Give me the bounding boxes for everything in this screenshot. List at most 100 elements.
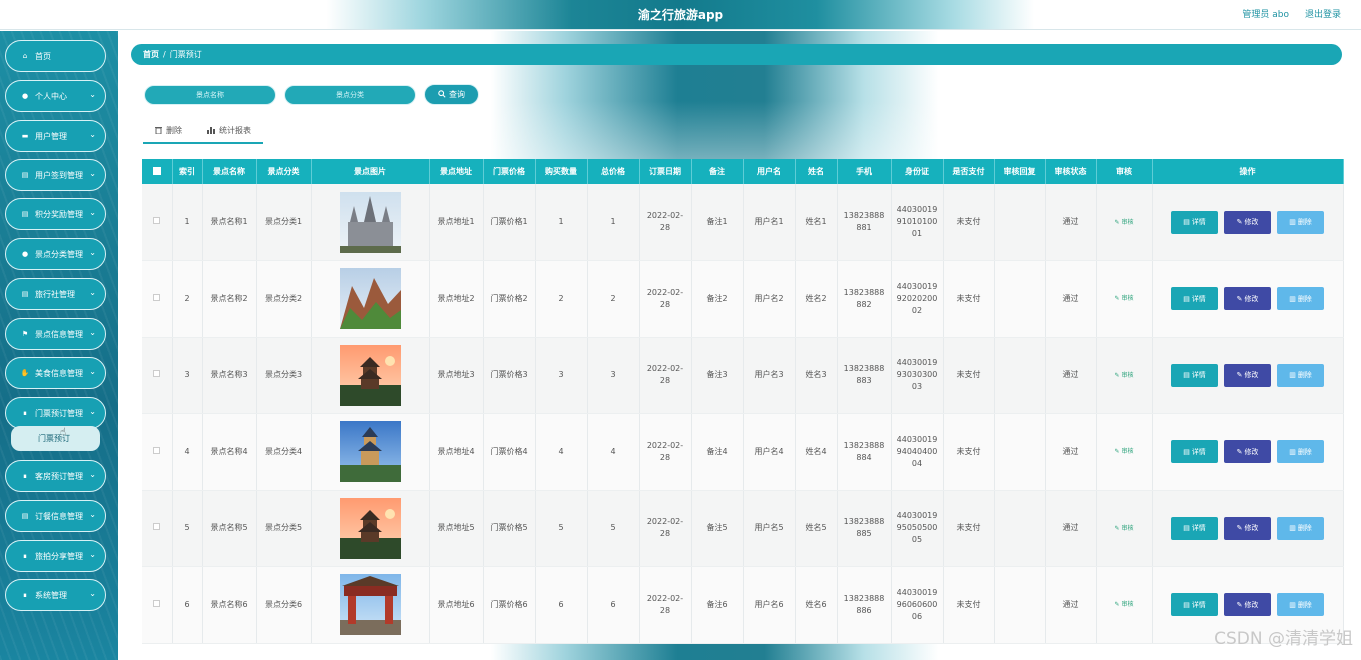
cell-total: 2: [587, 260, 640, 338]
select-all-checkbox[interactable]: [152, 166, 161, 175]
row-checkbox[interactable]: [153, 599, 161, 607]
edit-button[interactable]: ✎ 修改: [1224, 593, 1271, 617]
chevron-down-icon: ⌄: [89, 470, 96, 479]
row-checkbox[interactable]: [153, 523, 161, 531]
detail-button[interactable]: ▤ 详情: [1171, 440, 1218, 464]
sidebar-item-1[interactable]: ● 个人中心 ⌄: [5, 80, 106, 112]
sidebar-item-2[interactable]: ▬ 用户管理 ⌄: [5, 120, 106, 152]
sidebar-item-5[interactable]: ● 景点分类管理 ⌄: [5, 238, 106, 270]
row-checkbox[interactable]: [153, 446, 161, 454]
cell-operations: ▤ 详情 ✎ 修改 ▥ 删除: [1152, 413, 1344, 491]
sidebar-item-4[interactable]: ▤ 积分奖励管理 ⌄: [5, 198, 106, 230]
delete-button-label: 删除: [1297, 447, 1312, 456]
column-header: 索引: [172, 159, 203, 184]
main-content: 首页 / 门票预订 景点名称 景点分类 查询 删除 统计报表 索引 景点名称 景…: [118, 31, 1361, 660]
cell-address: 景点地址5: [429, 490, 484, 567]
chevron-down-icon: ⌄: [89, 130, 96, 139]
cell-date: 2022-02- 28: [639, 490, 692, 567]
detail-button[interactable]: ▤ 详情: [1171, 593, 1218, 617]
tab-delete[interactable]: 删除: [155, 125, 182, 136]
sidebar-item-9[interactable]: ∎ 门票预订管理 ⌄: [5, 397, 106, 429]
detail-button[interactable]: ▤ 详情: [1171, 363, 1218, 387]
cell-select: [142, 413, 173, 491]
cell-image: [311, 413, 430, 491]
audit-link[interactable]: ✎ 审核: [1115, 601, 1134, 608]
cell-total: 1: [587, 184, 640, 261]
audit-label: 审核: [1121, 218, 1134, 226]
sidebar-item-11[interactable]: ▤ 订餐信息管理 ⌄: [5, 500, 106, 532]
search-button[interactable]: 查询: [424, 84, 479, 105]
admin-label[interactable]: 管理员 abo: [1242, 7, 1289, 20]
cell-paid: 未支付: [943, 566, 995, 644]
submenu-item-ticket-booking[interactable]: 门票预订: [11, 426, 100, 451]
sidebar-item-label: 用户签到管理: [35, 170, 83, 180]
cell-phone: 13823888 881: [837, 184, 892, 261]
audit-link[interactable]: ✎ 审核: [1115, 372, 1134, 379]
sidebar-item-12[interactable]: ∎ 旅拍分享管理 ⌄: [5, 540, 106, 572]
sidebar-item-10[interactable]: ∎ 客房预订管理 ⌄: [5, 460, 106, 492]
sidebar-item-13[interactable]: ∎ 系统管理 ⌄: [5, 579, 106, 611]
chevron-down-icon: ⌄: [89, 169, 96, 178]
detail-button[interactable]: ▤ 详情: [1171, 287, 1218, 311]
edit-button[interactable]: ✎ 修改: [1224, 287, 1271, 311]
cell-idcard: 44030019 95050500 05: [891, 490, 944, 567]
cell-audit: ✎ 审核: [1096, 490, 1153, 567]
sidebar-item-label: 景点信息管理: [35, 329, 83, 339]
monitor-icon: ▬: [21, 132, 29, 140]
audit-link[interactable]: ✎ 审核: [1115, 525, 1134, 532]
delete-button[interactable]: ▥ 删除: [1277, 210, 1324, 234]
audit-link[interactable]: ✎ 审核: [1115, 295, 1134, 302]
cell-address: 景点地址1: [429, 184, 484, 261]
cell-date-line: 28: [659, 223, 671, 232]
delete-button[interactable]: ▥ 删除: [1277, 287, 1324, 311]
column-header: 订票日期: [639, 159, 692, 184]
search-name-input[interactable]: 景点名称: [144, 85, 276, 105]
delete-button[interactable]: ▥ 删除: [1277, 516, 1324, 540]
table-row: 6 景点名称6 景点分类6 景点地址6 门票价格6 6 6 2022-02- 28 备注6 用户名6…: [142, 566, 1344, 644]
detail-button[interactable]: ▤ 详情: [1171, 516, 1218, 540]
sidebar-item-6[interactable]: ▤ 旅行社管理 ⌄: [5, 278, 106, 310]
sidebar-item-3[interactable]: ▤ 用户签到管理 ⌄: [5, 159, 106, 191]
delete-button[interactable]: ▥ 删除: [1277, 593, 1324, 617]
delete-button[interactable]: ▥ 删除: [1277, 440, 1324, 464]
grid-icon: ∎: [22, 472, 28, 480]
detail-button[interactable]: ▤ 详情: [1171, 210, 1218, 234]
cell-image: [311, 490, 430, 567]
row-checkbox[interactable]: [153, 217, 161, 224]
edit-button[interactable]: ✎ 修改: [1224, 516, 1271, 540]
cell-note: 备注3: [691, 337, 744, 414]
cell-phone-line: 13823888: [843, 593, 885, 603]
cell-note: 备注5: [691, 490, 744, 567]
row-checkbox[interactable]: [153, 370, 161, 378]
cell-idcard-line: 05: [911, 535, 923, 545]
edit-button[interactable]: ✎ 修改: [1224, 363, 1271, 387]
cell-realname: 姓名6: [795, 566, 838, 644]
chevron-down-icon: ⌄: [89, 328, 96, 337]
edit-button[interactable]: ✎ 修改: [1224, 210, 1271, 234]
cell-phone-line: 882: [856, 299, 872, 309]
tab-stats[interactable]: 统计报表: [207, 125, 251, 136]
audit-label: 审核: [1121, 371, 1134, 379]
delete-button[interactable]: ▥ 删除: [1277, 363, 1324, 387]
column-header: 姓名: [795, 159, 838, 184]
delete-button-label: 删除: [1297, 371, 1312, 380]
cell-operations: ▤ 详情 ✎ 修改 ▥ 删除: [1152, 184, 1344, 261]
cell-note: 备注6: [691, 566, 744, 644]
edit-button-label: 修改: [1244, 600, 1259, 609]
sidebar-item-8[interactable]: ✋ 美食信息管理 ⌄: [5, 357, 106, 389]
breadcrumb-home[interactable]: 首页: [143, 49, 159, 60]
cell-paid: 未支付: [943, 260, 995, 338]
detail-button-label: 详情: [1191, 371, 1206, 380]
cell-date-line: 28: [659, 605, 671, 615]
edit-button[interactable]: ✎ 修改: [1224, 440, 1271, 464]
home-icon: ⌂: [22, 52, 28, 60]
sidebar-item-7[interactable]: ⚑ 景点信息管理 ⌄: [5, 318, 106, 350]
logout-link[interactable]: 退出登录: [1305, 7, 1341, 20]
sidebar-item-0[interactable]: ⌂ 首页: [5, 40, 106, 72]
search-category-input[interactable]: 景点分类: [284, 85, 416, 105]
pencil-icon: ✎: [1236, 218, 1243, 226]
audit-link[interactable]: ✎ 审核: [1115, 219, 1134, 226]
row-checkbox[interactable]: [153, 293, 161, 301]
audit-link[interactable]: ✎ 审核: [1115, 448, 1134, 455]
cell-idcard-line: 44030019: [896, 434, 938, 444]
